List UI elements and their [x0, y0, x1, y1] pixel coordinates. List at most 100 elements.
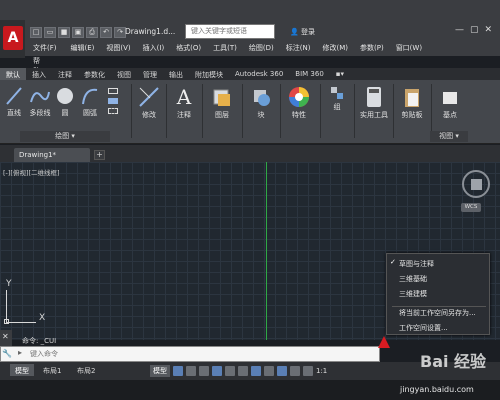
viewport-controls[interactable]: [-][俯视][二维线框]	[3, 167, 60, 177]
search-input[interactable]	[185, 24, 275, 39]
table-icon[interactable]	[108, 108, 118, 114]
draw-group-label[interactable]: 绘图 ▾	[20, 131, 110, 142]
rectangle-icon[interactable]	[108, 88, 118, 94]
close-icon[interactable]: ✕	[485, 25, 493, 35]
utilities-panel[interactable]: 实用工具	[358, 86, 390, 120]
group-panel[interactable]: 组	[326, 86, 348, 112]
command-input[interactable]	[30, 348, 370, 360]
text-icon: A	[176, 85, 192, 109]
polar-icon[interactable]	[212, 366, 222, 376]
tab-parametric[interactable]: 参数化	[78, 68, 111, 80]
tab-layout2[interactable]: 布局2	[72, 364, 100, 376]
menu-modify[interactable]: 修改(M)	[322, 40, 348, 56]
modify-panel[interactable]: 修改	[137, 86, 161, 120]
menu-item-workspace-settings[interactable]: 工作空间设置...	[387, 320, 491, 334]
polyline-tool[interactable]: 多段线	[28, 86, 52, 118]
application-menu-button[interactable]: A	[0, 20, 25, 58]
minimize-icon[interactable]: —	[455, 25, 464, 35]
menu-item-save-workspace-as[interactable]: 将当前工作空间另存为...	[387, 305, 491, 319]
tab-insert[interactable]: 插入	[26, 68, 52, 80]
viewcube-face[interactable]	[471, 179, 482, 190]
layers-panel[interactable]: 图层	[208, 86, 236, 120]
menu-item-drafting-annotation[interactable]: 草图与注释	[387, 256, 491, 270]
arc-tool[interactable]: 圆弧	[80, 86, 100, 118]
properties-panel[interactable]: 特性	[285, 86, 313, 120]
tab-addins[interactable]: 附加模块	[189, 68, 229, 80]
circle-tool-label: 圆	[61, 109, 69, 117]
menu-item-3d-modeling[interactable]: 三维建模	[387, 286, 491, 300]
menu-insert[interactable]: 插入(I)	[143, 40, 165, 56]
menu-dimension[interactable]: 标注(N)	[286, 40, 311, 56]
selection-cycling-icon[interactable]	[277, 366, 287, 376]
view-group-label[interactable]: 视图 ▾	[430, 131, 468, 142]
open-folder-icon[interactable]: ▭	[44, 27, 56, 38]
maximize-icon[interactable]: ▢	[470, 25, 479, 35]
sign-in-link[interactable]: 👤 登录	[290, 27, 315, 37]
undo-icon[interactable]: ↶	[100, 27, 112, 38]
red-pointer-arrow-icon	[378, 336, 390, 348]
save-icon[interactable]: ■	[58, 27, 70, 38]
tab-view[interactable]: 视图	[111, 68, 137, 80]
layers-icon	[213, 89, 230, 106]
otrack-icon[interactable]	[238, 366, 248, 376]
hatch-icon[interactable]	[108, 98, 118, 104]
wrench-icon[interactable]: 🔧	[2, 349, 12, 358]
clipboard-panel[interactable]: 剪贴板	[397, 86, 427, 120]
y-axis-gridline	[266, 162, 267, 340]
ribbon-more-icon[interactable]: ▪▾	[330, 68, 350, 80]
watermark-site: jingyan.baidu.com	[400, 385, 474, 394]
tab-home[interactable]: 默认	[0, 68, 26, 80]
tab-layout1[interactable]: 布局1	[38, 364, 66, 376]
annotation-panel[interactable]: A 注释	[172, 86, 196, 120]
menu-tools[interactable]: 工具(T)	[213, 40, 237, 56]
tab-model[interactable]: 模型	[10, 364, 34, 376]
annotation-visibility-icon[interactable]	[290, 366, 300, 376]
menu-file[interactable]: 文件(F)	[33, 40, 57, 56]
auto-scale-icon[interactable]	[303, 366, 313, 376]
line-tool[interactable]: 直线	[4, 86, 24, 118]
save-as-icon[interactable]: ▣	[72, 27, 84, 38]
layers-label: 图层	[215, 111, 229, 119]
print-icon[interactable]: ⎙	[86, 27, 98, 38]
tab-manage[interactable]: 管理	[137, 68, 163, 80]
snap-icon[interactable]	[186, 366, 196, 376]
transparency-icon[interactable]	[264, 366, 274, 376]
menu-view[interactable]: 视图(V)	[106, 40, 130, 56]
menu-format[interactable]: 格式(O)	[176, 40, 201, 56]
viewcube-icon[interactable]	[462, 170, 490, 198]
basepoint-panel[interactable]: 基点	[436, 86, 464, 120]
new-file-icon[interactable]: □	[30, 27, 42, 38]
menu-item-3d-basics[interactable]: 三维基础	[387, 271, 491, 285]
line-tool-label: 直线	[7, 109, 21, 117]
document-tab[interactable]: Drawing1*	[14, 148, 90, 162]
ucs-origin-icon	[4, 319, 9, 324]
annotation-scale[interactable]: 1:1	[316, 367, 327, 375]
close-icon[interactable]: ✕	[2, 332, 9, 341]
tab-autodesk360[interactable]: Autodesk 360	[229, 68, 289, 80]
polyline-tool-label: 多段线	[29, 109, 51, 117]
block-panel[interactable]: 块	[248, 86, 274, 120]
circle-tool[interactable]: 圆	[56, 86, 74, 118]
clipboard-icon	[405, 89, 419, 107]
draw-extra-tools[interactable]	[106, 88, 126, 114]
menu-parametric[interactable]: 参数(P)	[360, 40, 384, 56]
tab-annotate[interactable]: 注释	[52, 68, 78, 80]
ribbon-separator	[431, 84, 432, 138]
watermark-logo: Bai 经验	[420, 352, 487, 371]
ortho-icon[interactable]	[199, 366, 209, 376]
menu-draw[interactable]: 绘图(D)	[249, 40, 274, 56]
menu-bar: 文件(F) 编辑(E) 视图(V) 插入(I) 格式(O) 工具(T) 绘图(D…	[25, 40, 500, 56]
tab-bim360[interactable]: BIM 360	[289, 68, 330, 80]
grid-icon[interactable]	[173, 366, 183, 376]
new-tab-button[interactable]: +	[94, 150, 105, 160]
tab-output[interactable]: 输出	[163, 68, 189, 80]
command-prompt-icon[interactable]: ▸	[18, 348, 22, 357]
menu-window[interactable]: 窗口(W)	[396, 40, 422, 56]
menu-edit[interactable]: 编辑(E)	[71, 40, 95, 56]
window-controls: — ▢ ✕	[455, 25, 492, 35]
wcs-menu[interactable]: WCS	[461, 203, 481, 212]
osnap-icon[interactable]	[225, 366, 235, 376]
model-space-button[interactable]: 模型	[150, 365, 170, 377]
lineweight-icon[interactable]	[251, 366, 261, 376]
ribbon-separator	[242, 84, 243, 138]
